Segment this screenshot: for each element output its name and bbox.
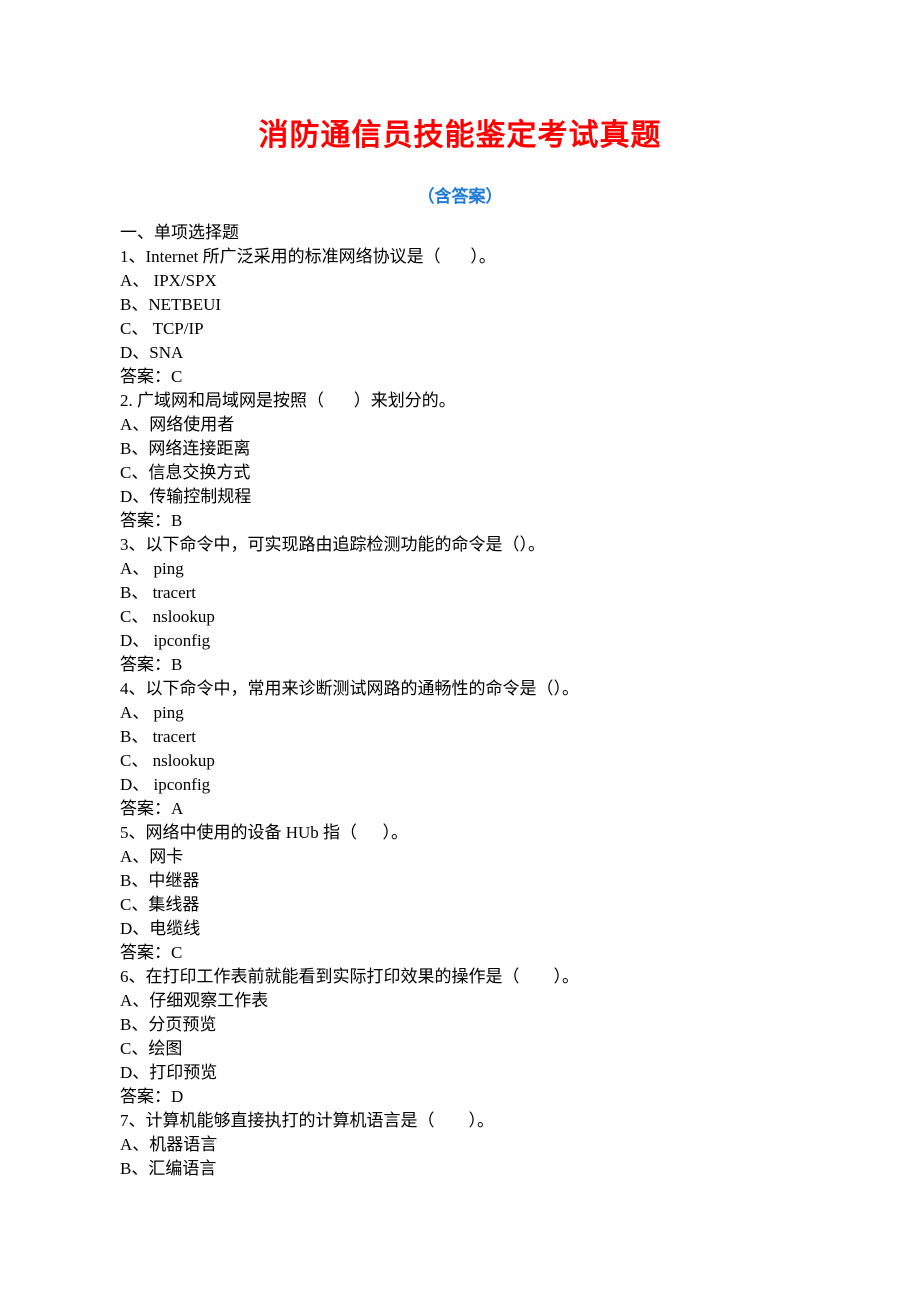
question-option: D、 ipconfig	[120, 629, 800, 653]
question-answer: 答案：A	[120, 797, 800, 821]
question-answer: 答案：B	[120, 653, 800, 677]
question-answer: 答案：B	[120, 509, 800, 533]
question-option: A、网络使用者	[120, 413, 800, 437]
question-option: D、 ipconfig	[120, 773, 800, 797]
question-option: D、SNA	[120, 341, 800, 365]
question-list: 1、Internet 所广泛采用的标准网络协议是（ ）。A、 IPX/SPXB、…	[120, 245, 800, 1181]
question-stem: 4、以下命令中，常用来诊断测试网路的通畅性的命令是（）。	[120, 677, 800, 701]
question-answer: 答案：C	[120, 365, 800, 389]
question-option: C、 TCP/IP	[120, 317, 800, 341]
question-option: D、打印预览	[120, 1061, 800, 1085]
question-answer: 答案：C	[120, 941, 800, 965]
question-option: C、信息交换方式	[120, 461, 800, 485]
question-stem: 5、网络中使用的设备 HUb 指（ ）。	[120, 821, 800, 845]
question-option: B、中继器	[120, 869, 800, 893]
question-stem: 1、Internet 所广泛采用的标准网络协议是（ ）。	[120, 245, 800, 269]
question-option: B、分页预览	[120, 1013, 800, 1037]
question-option: C、 nslookup	[120, 605, 800, 629]
question-option: B、 tracert	[120, 581, 800, 605]
question-option: C、 nslookup	[120, 749, 800, 773]
question-option: C、集线器	[120, 893, 800, 917]
question-option: B、NETBEUI	[120, 293, 800, 317]
question-option: A、仔细观察工作表	[120, 989, 800, 1013]
question-option: A、 ping	[120, 701, 800, 725]
exam-subtitle: （含答案）	[120, 182, 800, 207]
exam-page: 消防通信员技能鉴定考试真题 （含答案） 一、单项选择题 1、Internet 所…	[0, 0, 920, 1241]
question-stem: 2. 广域网和局域网是按照（ ）来划分的。	[120, 389, 800, 413]
question-option: B、 tracert	[120, 725, 800, 749]
question-stem: 6、在打印工作表前就能看到实际打印效果的操作是（ ）。	[120, 965, 800, 989]
question-option: A、网卡	[120, 845, 800, 869]
question-option: A、 IPX/SPX	[120, 269, 800, 293]
question-stem: 7、计算机能够直接执打的计算机语言是（ ）。	[120, 1109, 800, 1133]
exam-title: 消防通信员技能鉴定考试真题	[120, 110, 800, 154]
section-header: 一、单项选择题	[120, 221, 800, 245]
question-option: D、电缆线	[120, 917, 800, 941]
question-option: C、绘图	[120, 1037, 800, 1061]
question-option: D、传输控制规程	[120, 485, 800, 509]
question-option: B、网络连接距离	[120, 437, 800, 461]
question-answer: 答案：D	[120, 1085, 800, 1109]
question-option: A、机器语言	[120, 1133, 800, 1157]
question-option: A、 ping	[120, 557, 800, 581]
question-stem: 3、以下命令中，可实现路由追踪检测功能的命令是（）。	[120, 533, 800, 557]
question-option: B、汇编语言	[120, 1157, 800, 1181]
